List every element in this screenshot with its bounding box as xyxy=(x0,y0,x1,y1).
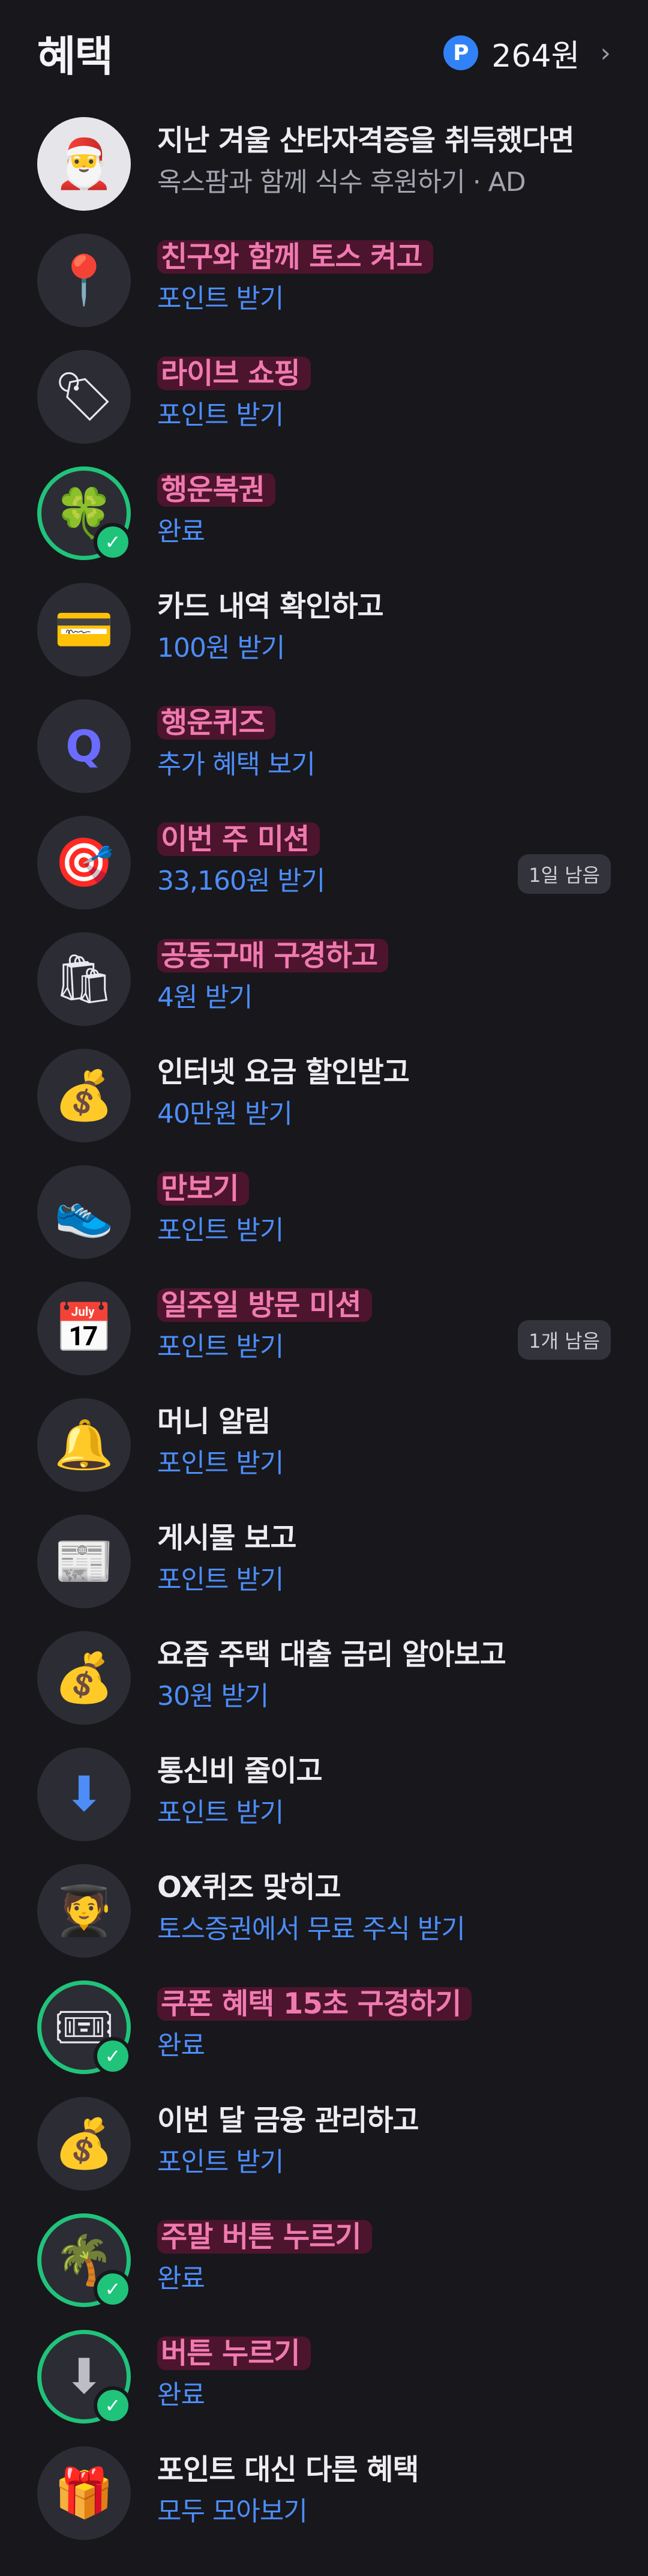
check-icon: ✓ xyxy=(94,2386,132,2425)
graduate-icon: 🧑‍🎓 xyxy=(37,1864,131,1958)
item-subtitle: 완료 xyxy=(157,2263,205,2294)
item-title: 이번 주 미션 xyxy=(157,822,320,856)
list-item-weekend-button[interactable]: 🌴 ✓ 주말 버튼 누르기 완료 xyxy=(0,2201,648,2318)
list-item-internet-discount[interactable]: 💰 인터넷 요금 할인받고 40만원 받기 xyxy=(0,1037,648,1153)
bell-icon: 🔔 xyxy=(37,1398,131,1492)
points-p-icon: P xyxy=(443,35,479,70)
item-subtitle: 토스증권에서 무료 주식 받기 xyxy=(157,1914,466,1944)
item-title: 지난 겨울 산타자격증을 취득했다면 xyxy=(157,124,575,157)
item-subtitle: 완료 xyxy=(157,2380,205,2410)
item-title: 행운퀴즈 xyxy=(157,706,275,740)
item-subtitle: 40만원 받기 xyxy=(157,1099,293,1129)
item-title: 라이브 쇼핑 xyxy=(157,357,311,390)
item-title: 행운복권 xyxy=(157,473,275,507)
item-subtitle: 100원 받기 xyxy=(157,633,285,663)
item-subtitle: 포인트 받기 xyxy=(157,1564,284,1595)
item-title: 일주일 방문 미션 xyxy=(157,1288,372,1322)
list-item-lucky-quiz[interactable]: Q 행운퀴즈 추가 혜택 보기 xyxy=(0,687,648,804)
list-item-mortgage-rate[interactable]: 💰 요즘 주택 대출 금리 알아보고 30원 받기 xyxy=(0,1619,648,1736)
list-item-other-benefits[interactable]: 🎁 포인트 대신 다른 혜택 모두 모아보기 xyxy=(0,2434,648,2551)
item-subtitle: 4원 받기 xyxy=(157,982,253,1013)
list-item-view-posts[interactable]: 📰 게시물 보고 포인트 받기 xyxy=(0,1503,648,1619)
item-title: 버튼 누르기 xyxy=(157,2336,311,2370)
location-pin-icon: 📍 xyxy=(37,234,131,327)
list-item-coupon-browse[interactable]: 🎟 ✓ 쿠폰 혜택 15초 구경하기 완료 xyxy=(0,1968,648,2085)
item-title: OX퀴즈 맞히고 xyxy=(157,1871,341,1904)
points-amount: 264원 xyxy=(491,38,580,74)
item-subtitle: 완료 xyxy=(157,516,205,547)
palm-tree-icon: 🌴 ✓ xyxy=(37,2213,132,2308)
newspaper-icon: 📰 xyxy=(37,1515,131,1608)
calendar-icon: 📅 xyxy=(37,1282,131,1375)
sneaker-icon: 👟 xyxy=(37,1165,131,1259)
item-subtitle: 포인트 받기 xyxy=(157,283,284,314)
list-item-live-shopping[interactable]: 🏷 라이브 쇼핑 포인트 받기 xyxy=(0,338,648,454)
item-subtitle: 포인트 받기 xyxy=(157,1215,284,1246)
header: 혜택 P 264원 › xyxy=(0,0,648,105)
item-title: 쿠폰 혜택 15초 구경하기 xyxy=(157,1987,472,2021)
item-title: 공동구매 구경하고 xyxy=(157,939,388,973)
benefits-list: 🎅 지난 겨울 산타자격증을 취득했다면 옥스팜과 함께 식수 후원하기 · A… xyxy=(0,105,648,2551)
list-item-card-history[interactable]: 💳 카드 내역 확인하고 100원 받기 xyxy=(0,571,648,687)
chevron-right-icon: › xyxy=(600,37,611,68)
discount-arrow-icon: ⬇ xyxy=(37,1748,131,1841)
list-item-monthly-finance[interactable]: 💰 이번 달 금융 관리하고 포인트 받기 xyxy=(0,2085,648,2201)
clover-icon: 🍀 ✓ xyxy=(37,466,132,561)
card-icon: 💳 xyxy=(37,583,131,677)
item-title: 친구와 함께 토스 켜고 xyxy=(157,240,433,274)
item-subtitle: 옥스팜과 함께 식수 후원하기 · AD xyxy=(157,167,526,198)
points-summary[interactable]: P 264원 › xyxy=(443,29,611,77)
item-title: 통신비 줄이고 xyxy=(157,1754,323,1788)
list-item-weekly-visit[interactable]: 📅 일주일 방문 미션 포인트 받기 1개 남음 xyxy=(0,1270,648,1386)
list-item-press-button[interactable]: ⬇ ✓ 버튼 누르기 완료 xyxy=(0,2318,648,2434)
item-title: 이번 달 금융 관리하고 xyxy=(157,2104,419,2137)
list-item-money-alert[interactable]: 🔔 머니 알림 포인트 받기 xyxy=(0,1386,648,1503)
item-title: 만보기 xyxy=(157,1172,250,1205)
list-item-group-buy[interactable]: 🛍 공동구매 구경하고 4원 받기 xyxy=(0,920,648,1037)
item-title: 요즘 주택 대출 금리 알아보고 xyxy=(157,1638,506,1671)
item-subtitle: 30원 받기 xyxy=(157,1681,269,1712)
item-subtitle: 추가 혜택 보기 xyxy=(157,749,316,780)
live-tag-icon: 🏷 xyxy=(37,350,131,444)
gift-box-icon: 🎁 xyxy=(37,2446,131,2540)
money-bag-wifi-icon: 💰 xyxy=(37,1049,131,1142)
santa-icon: 🎅 xyxy=(37,117,131,211)
list-item-pedometer[interactable]: 👟 만보기 포인트 받기 xyxy=(0,1153,648,1270)
remaining-badge: 1개 남음 xyxy=(518,1320,611,1360)
item-title: 머니 알림 xyxy=(157,1405,271,1438)
remaining-badge: 1일 남음 xyxy=(518,854,611,894)
item-subtitle: 포인트 받기 xyxy=(157,1448,284,1479)
shopping-bag-icon: 🛍 xyxy=(37,932,131,1026)
money-bag-house-icon: 💰 xyxy=(37,1631,131,1725)
item-title: 주말 버튼 누르기 xyxy=(157,2220,372,2254)
money-bag-chart-icon: 💰 xyxy=(37,2097,131,2191)
list-item-friend-toss[interactable]: 📍 친구와 함께 토스 켜고 포인트 받기 xyxy=(0,222,648,338)
check-icon: ✓ xyxy=(94,2270,132,2308)
item-subtitle: 포인트 받기 xyxy=(157,1797,284,1828)
item-title: 포인트 대신 다른 혜택 xyxy=(157,2453,419,2487)
item-subtitle: 완료 xyxy=(157,2030,205,2061)
target-icon: 🎯 xyxy=(37,816,131,909)
item-subtitle: 모두 모아보기 xyxy=(157,2496,308,2527)
item-title: 게시물 보고 xyxy=(157,1521,297,1555)
list-item-santa-ad[interactable]: 🎅 지난 겨울 산타자격증을 취득했다면 옥스팜과 함께 식수 후원하기 · A… xyxy=(0,105,648,222)
list-item-weekly-mission[interactable]: 🎯 이번 주 미션 33,160원 받기 1일 남음 xyxy=(0,804,648,920)
page-title: 혜택 xyxy=(37,32,113,81)
item-subtitle: 포인트 받기 xyxy=(157,2147,284,2177)
quiz-q-icon: Q xyxy=(37,699,131,793)
coupon-icon: 🎟 ✓ xyxy=(37,1980,132,2075)
item-subtitle: 포인트 받기 xyxy=(157,400,284,430)
item-title: 카드 내역 확인하고 xyxy=(157,590,384,623)
list-item-lucky-lottery[interactable]: 🍀 ✓ 행운복권 완료 xyxy=(0,454,648,571)
list-item-ox-quiz[interactable]: 🧑‍🎓 OX퀴즈 맞히고 토스증권에서 무료 주식 받기 xyxy=(0,1852,648,1968)
check-icon: ✓ xyxy=(94,523,132,561)
item-title: 인터넷 요금 할인받고 xyxy=(157,1055,410,1089)
list-item-phone-bill[interactable]: ⬇ 통신비 줄이고 포인트 받기 xyxy=(0,1736,648,1852)
down-button-icon: ⬇ ✓ xyxy=(37,2330,132,2425)
check-icon: ✓ xyxy=(94,2037,132,2075)
